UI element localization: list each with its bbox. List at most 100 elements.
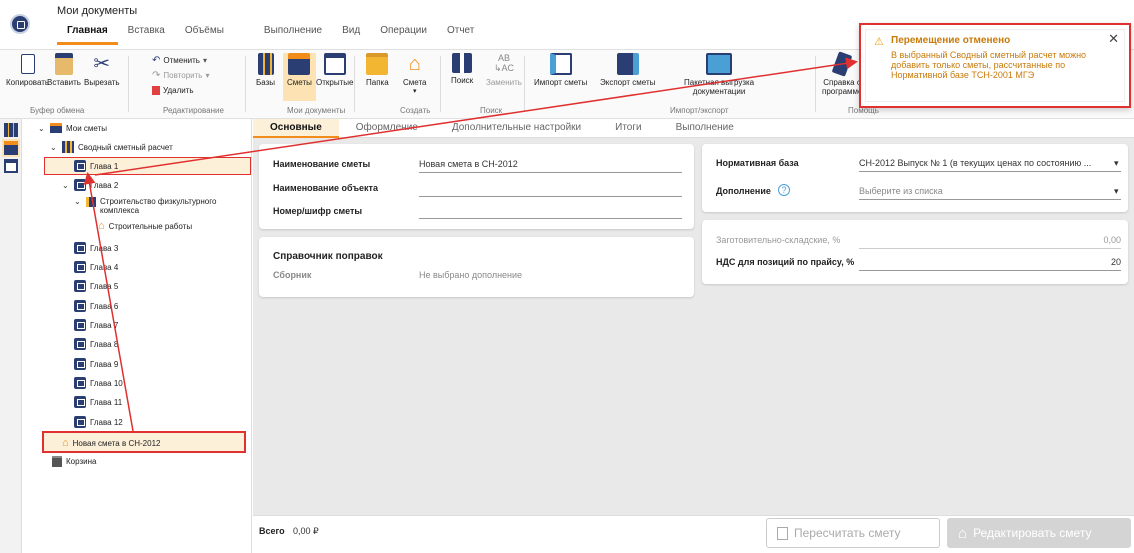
base-select[interactable]: СН-2012 Выпуск № 1 (в текущих ценах по с… <box>859 158 1109 168</box>
tab-operations[interactable]: Операции <box>370 21 437 45</box>
help-button[interactable]: Справка о программе <box>822 51 863 96</box>
tab-design[interactable]: Оформление <box>339 119 435 138</box>
tree-item-trash[interactable]: Корзина <box>52 456 96 467</box>
divider <box>859 171 1121 172</box>
tree-item-chapter[interactable]: Глава 8 <box>74 338 118 350</box>
briefcase-icon[interactable] <box>2 139 20 157</box>
collection-value[interactable]: Не выбрано дополнение <box>419 270 522 280</box>
tree-item-chapter[interactable]: Глава 6 <box>74 300 118 312</box>
help-circle-icon[interactable]: ? <box>778 184 790 196</box>
left-icon-bar <box>0 119 22 553</box>
divider <box>859 248 1121 249</box>
tree-item-chapter[interactable]: Глава 7 <box>74 319 118 331</box>
tree-item-chapter-2[interactable]: ⌄ Глава 2 <box>62 179 118 191</box>
chapter-icon <box>74 261 86 273</box>
tree-item-chapter-1[interactable]: Глава 1 <box>74 160 118 172</box>
divider <box>524 56 525 112</box>
delete-button[interactable]: Удалить <box>152 86 194 95</box>
chevron-down-icon[interactable]: ▾ <box>1114 158 1119 169</box>
edit-estimate-button[interactable]: ⌂ Редактировать смету <box>947 518 1131 548</box>
tree-item-label: Глава 8 <box>90 339 119 349</box>
export-estimate-button[interactable]: Экспорт сметы <box>600 53 655 87</box>
object-icon <box>86 197 96 207</box>
bases-button[interactable]: Базы <box>256 53 275 87</box>
tab-volumes[interactable]: Объёмы <box>175 21 234 45</box>
tree-item-chapter[interactable]: Глава 3 <box>74 242 118 254</box>
copy-button[interactable]: Копировать <box>6 53 49 87</box>
house-icon: ⌂ <box>408 53 421 75</box>
tree-item-label: Глава 4 <box>90 262 119 272</box>
folder-button[interactable]: Папка <box>366 53 389 87</box>
tree-item-label: комплекса <box>100 206 140 215</box>
cut-label: Вырезать <box>84 78 120 87</box>
number-field[interactable] <box>419 218 682 219</box>
app-title: Мои документы <box>57 5 138 17</box>
paste-button[interactable]: Вставить <box>47 53 81 87</box>
redo-label: Повторить <box>163 71 203 80</box>
storage-field[interactable]: 0,00 <box>1097 235 1121 245</box>
redo-icon: ↷ <box>152 70 161 81</box>
tab-execution[interactable]: Выполнение <box>254 21 332 45</box>
chevron-down-icon: ⌄ <box>74 197 81 206</box>
addition-select[interactable]: Выберите из списка <box>859 186 943 196</box>
tab-insert[interactable]: Вставка <box>118 21 175 45</box>
object-field[interactable] <box>419 196 682 197</box>
chevron-down-icon[interactable]: ▾ <box>1114 186 1119 197</box>
bases-icon[interactable] <box>4 123 18 137</box>
tab-report[interactable]: Отчет <box>437 21 484 45</box>
opened-docs-icon <box>323 53 346 75</box>
tree-item-label: Строительные работы <box>108 221 193 231</box>
menu-tabs: Главная Вставка Объёмы Выполнение Вид Оп… <box>57 21 484 45</box>
new-estimate-button[interactable]: ⌂ Смета ▾ <box>403 53 426 95</box>
tree-item-chapter[interactable]: Глава 4 <box>74 261 118 273</box>
tree-item-label: Новая смета в СН-2012 <box>72 438 161 448</box>
tree-item-summary[interactable]: ⌄ Сводный сметный расчет <box>50 141 173 153</box>
tree-item-chapter[interactable]: Глава 10 <box>74 377 123 389</box>
undo-button[interactable]: ↶ Отменить ▾ <box>152 55 207 66</box>
divider <box>859 199 1121 200</box>
tab-view[interactable]: Вид <box>332 21 370 45</box>
calculator-icon <box>777 526 788 540</box>
tree-item-chapter[interactable]: Глава 11 <box>74 396 122 408</box>
cut-button[interactable]: ✂ Вырезать <box>84 53 120 87</box>
opened-button[interactable]: Открытые <box>316 53 353 87</box>
recalc-button[interactable]: Пересчитать смету <box>766 518 940 548</box>
group-create: Создать <box>400 106 431 115</box>
tree-item-object[interactable]: ⌄ Строительство физкультурного комплекса <box>74 197 216 215</box>
tab-home[interactable]: Главная <box>57 21 118 45</box>
chapter-icon <box>74 416 86 428</box>
chapter-icon <box>74 358 86 370</box>
chevron-down-icon: ⌄ <box>38 123 45 133</box>
estimates-button[interactable]: Сметы <box>283 53 316 101</box>
summary-estimate-icon <box>62 141 74 153</box>
tab-extra-settings[interactable]: Дополнительные настройки <box>435 119 598 138</box>
tree-item-new-estimate[interactable]: ⌂ Новая смета в СН-2012 <box>62 437 160 449</box>
tree-item-chapter[interactable]: Глава 12 <box>74 416 123 428</box>
help-label-2: программе <box>822 87 863 96</box>
redo-button[interactable]: ↷ Повторить ▾ <box>152 70 209 81</box>
tree-item-chapter[interactable]: Глава 5 <box>74 280 118 292</box>
tree-item-label-wrap: Строительство физкультурного комплекса <box>100 197 216 215</box>
app-logo-icon[interactable] <box>10 14 30 34</box>
tab-totals[interactable]: Итоги <box>598 119 658 138</box>
copy-icon <box>20 54 35 74</box>
chevron-down-icon: ▾ <box>202 56 207 65</box>
chapter-icon <box>74 396 86 408</box>
search-button[interactable]: Поиск <box>451 53 473 85</box>
tree-item-works[interactable]: ⌂ Строительные работы <box>98 220 192 232</box>
tree-item-root[interactable]: ⌄ Мои сметы <box>38 123 107 133</box>
search-label: Поиск <box>451 76 474 85</box>
close-icon[interactable]: ✕ <box>1108 31 1119 47</box>
tree-item-chapter[interactable]: Глава 9 <box>74 358 118 370</box>
replace-button[interactable]: AB ↳AC Заменить <box>486 53 522 87</box>
tab-main[interactable]: Основные <box>253 119 339 138</box>
opened-docs-icon[interactable] <box>4 159 18 173</box>
vat-field[interactable]: 20 <box>1097 257 1121 267</box>
import-estimate-button[interactable]: Импорт сметы <box>534 53 587 87</box>
base-label: Нормативная база <box>716 158 799 168</box>
replace-label: Заменить <box>486 78 522 87</box>
scissors-icon: ✂ <box>93 53 111 75</box>
tab-execution[interactable]: Выполнение <box>659 119 751 138</box>
batch-export-button[interactable]: Пакетная выгрузка документации <box>684 53 754 96</box>
name-field[interactable]: Новая смета в СН-2012 <box>419 159 518 169</box>
